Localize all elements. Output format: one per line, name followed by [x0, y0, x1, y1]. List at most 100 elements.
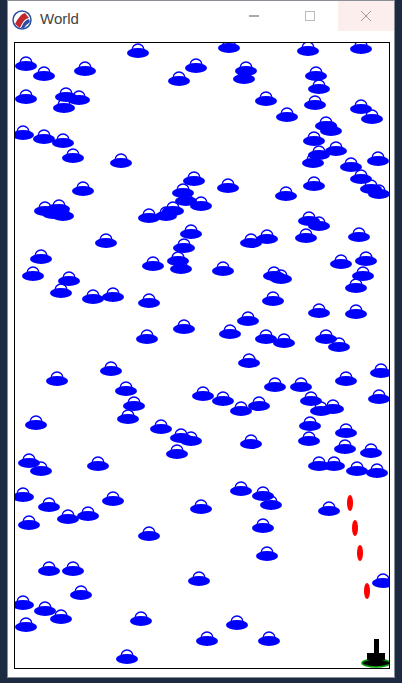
- ufo: [258, 632, 280, 646]
- ufo: [62, 149, 84, 163]
- ufo: [180, 225, 202, 239]
- ufo: [302, 154, 324, 168]
- ufo: [262, 292, 284, 306]
- ufo: [102, 288, 124, 302]
- ufo: [308, 80, 330, 94]
- ufo: [168, 72, 190, 86]
- ufo: [348, 228, 370, 242]
- ufo: [74, 62, 96, 76]
- ufo: [334, 440, 356, 454]
- ufo: [82, 290, 104, 304]
- ufo: [15, 126, 34, 140]
- minimize-button[interactable]: [226, 1, 282, 31]
- ufo: [136, 330, 158, 344]
- bullet: [347, 495, 353, 511]
- ufo: [196, 632, 218, 646]
- bullet: [352, 520, 358, 536]
- close-icon: [360, 10, 372, 22]
- ufo: [138, 294, 160, 308]
- ufo: [190, 197, 212, 211]
- ufo: [212, 392, 234, 406]
- ufo: [155, 207, 177, 221]
- bullet: [357, 545, 363, 561]
- ufo: [87, 457, 109, 471]
- maximize-button[interactable]: [282, 1, 338, 31]
- ufo: [255, 92, 277, 106]
- ufo: [52, 134, 74, 148]
- game-canvas: [14, 42, 390, 669]
- ufo: [260, 496, 282, 510]
- ufo: [33, 67, 55, 81]
- ufo: [172, 184, 194, 198]
- ufo: [192, 387, 214, 401]
- ufo: [18, 516, 40, 530]
- ufo: [368, 185, 389, 199]
- ufo: [295, 229, 317, 243]
- ufo: [308, 217, 330, 231]
- ufo: [230, 402, 252, 416]
- ufo: [355, 252, 377, 266]
- ufo: [95, 234, 117, 248]
- bullet: [364, 583, 370, 599]
- ufo: [350, 170, 372, 184]
- ufo: [372, 574, 389, 588]
- ufo: [264, 378, 286, 392]
- ufo: [33, 130, 55, 144]
- ufo: [72, 182, 94, 196]
- ufo: [62, 562, 84, 576]
- ufo: [115, 382, 137, 396]
- tank[interactable]: [362, 639, 389, 667]
- ufo: [46, 372, 68, 386]
- ufo: [252, 519, 274, 533]
- ufo: [248, 397, 270, 411]
- ufo: [30, 250, 52, 264]
- close-button[interactable]: [338, 1, 394, 31]
- ufo: [102, 492, 124, 506]
- scene: [15, 43, 389, 668]
- ufo: [361, 110, 383, 124]
- ufo: [123, 397, 145, 411]
- ufo: [38, 498, 60, 512]
- ufo: [370, 364, 389, 378]
- ufo: [117, 410, 139, 424]
- ufo: [173, 320, 195, 334]
- ufo: [304, 96, 326, 110]
- window-title: World: [40, 8, 79, 31]
- ufo: [276, 108, 298, 122]
- ufo: [270, 270, 292, 284]
- minimize-icon: [248, 10, 260, 22]
- ufo: [345, 305, 367, 319]
- ufo: [219, 325, 241, 339]
- ufo: [170, 260, 192, 274]
- ufo: [183, 172, 205, 186]
- ufo: [166, 445, 188, 459]
- ufo: [42, 205, 64, 219]
- ufo: [18, 454, 40, 468]
- ufo: [167, 252, 189, 266]
- ufo: [256, 230, 278, 244]
- ufo: [303, 132, 325, 146]
- ufo: [15, 596, 34, 610]
- ufo: [320, 122, 342, 136]
- ufo: [15, 488, 34, 502]
- ufo: [116, 650, 138, 664]
- ufo: [350, 43, 372, 54]
- ufo: [25, 416, 47, 430]
- ufo: [335, 424, 357, 438]
- ufo: [290, 378, 312, 392]
- ufo: [335, 372, 357, 386]
- ufo: [330, 255, 352, 269]
- ufo: [328, 338, 350, 352]
- ufo: [366, 464, 388, 478]
- title-bar: World: [8, 1, 394, 38]
- ufo: [346, 462, 368, 476]
- ufo: [298, 432, 320, 446]
- ufo: [350, 100, 372, 114]
- ufo: [238, 354, 260, 368]
- ufo: [50, 284, 72, 298]
- ufo: [190, 500, 212, 514]
- ufo: [142, 257, 164, 271]
- ufo: [77, 507, 99, 521]
- ufo: [226, 616, 248, 630]
- ufo: [173, 239, 195, 253]
